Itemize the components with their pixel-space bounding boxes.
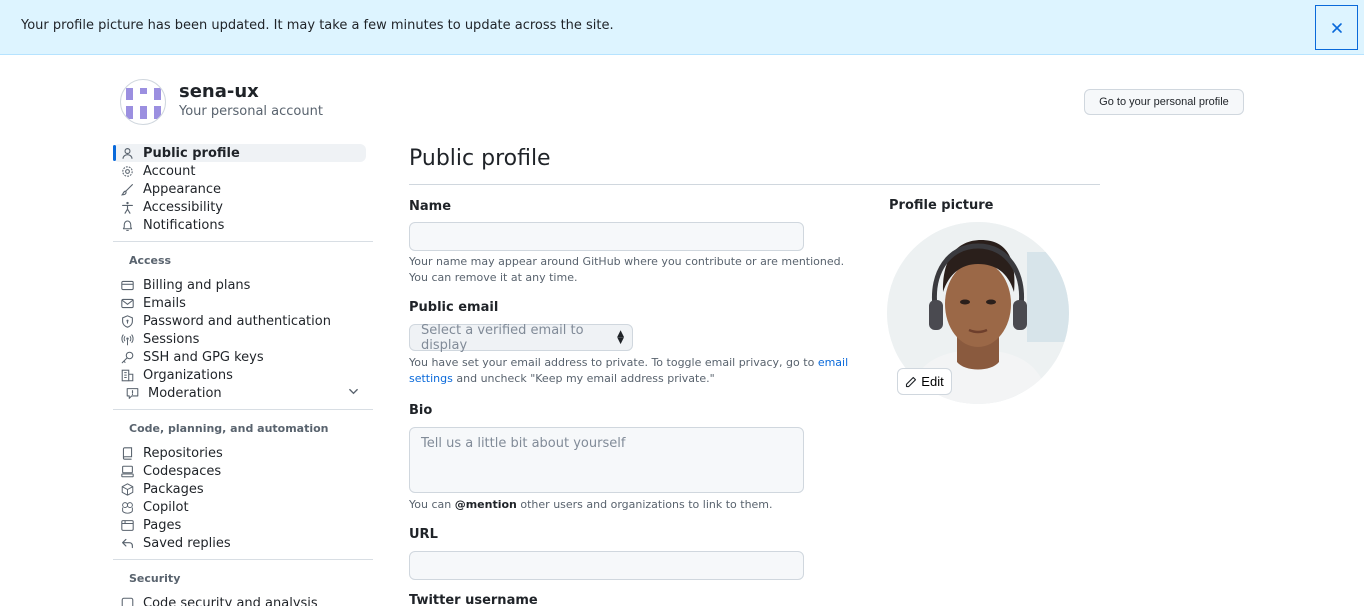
sidebar-heading-security: Security	[129, 572, 181, 585]
report-icon	[118, 387, 148, 400]
copilot-icon	[113, 501, 143, 514]
email-help-prefix: You have set your email address to priva…	[409, 356, 818, 369]
sidebar-item-public-profile[interactable]: Public profile	[113, 144, 366, 162]
account-name[interactable]: sena-ux	[179, 81, 259, 102]
sidebar-item-ssh-gpg[interactable]: SSH and GPG keys	[113, 348, 373, 366]
paintbrush-icon	[113, 183, 143, 196]
bio-label: Bio	[409, 403, 433, 418]
broadcast-icon	[113, 333, 143, 346]
sidebar-item-label: SSH and GPG keys	[143, 349, 264, 365]
person-icon	[113, 147, 143, 160]
sidebar-item-label: Accessibility	[143, 199, 223, 215]
gear-icon	[113, 165, 143, 178]
sidebar-item-code-security[interactable]: Code security and analysis	[113, 594, 373, 606]
flash-banner: Your profile picture has been updated. I…	[0, 0, 1364, 55]
name-help-text: Your name may appear around GitHub where…	[409, 255, 845, 284]
sidebar-item-label: Billing and plans	[143, 277, 251, 293]
page-title: Public profile	[409, 146, 551, 171]
sidebar-item-label: Moderation	[148, 385, 222, 401]
pencil-icon	[906, 376, 917, 387]
sidebar-item-repositories[interactable]: Repositories	[113, 444, 373, 462]
url-field[interactable]	[409, 551, 804, 580]
key-icon	[113, 351, 143, 364]
public-email-label: Public email	[409, 300, 499, 315]
bio-help-suffix: other users and organizations to link to…	[516, 498, 773, 511]
profile-picture-label: Profile picture	[889, 198, 994, 213]
sidebar-item-pages[interactable]: Pages	[113, 516, 373, 534]
browser-icon	[113, 519, 143, 532]
go-to-profile-button[interactable]: Go to your personal profile	[1084, 89, 1244, 115]
account-subtitle: Your personal account	[179, 104, 323, 119]
mention-text: @mention	[454, 498, 517, 511]
account-avatar[interactable]	[120, 79, 166, 125]
name-field[interactable]	[409, 222, 804, 251]
codescan-icon	[113, 597, 143, 606]
sidebar-item-label: Emails	[143, 295, 186, 311]
name-label: Name	[409, 199, 452, 214]
url-label: URL	[409, 527, 438, 542]
sidebar-item-organizations[interactable]: Organizations	[113, 366, 373, 384]
edit-label: Edit	[921, 374, 944, 389]
sidebar-item-password[interactable]: Password and authentication	[113, 312, 373, 330]
bell-icon	[113, 219, 143, 232]
package-icon	[113, 482, 143, 496]
select-value: Select a verified email to display	[421, 322, 584, 353]
sidebar-divider	[113, 241, 373, 242]
mail-icon	[113, 297, 143, 310]
edit-picture-button[interactable]: Edit	[897, 368, 952, 395]
sidebar-item-label: Password and authentication	[143, 313, 331, 329]
sidebar-item-label: Copilot	[143, 499, 189, 515]
email-help-text: You have set your email address to priva…	[409, 355, 869, 387]
sidebar-item-notifications[interactable]: Notifications	[113, 216, 373, 234]
sidebar-item-accessibility[interactable]: Accessibility	[113, 198, 373, 216]
sidebar-item-label: Appearance	[143, 181, 222, 197]
sidebar-divider	[113, 409, 373, 410]
sidebar-item-label: Pages	[143, 517, 182, 533]
twitter-label: Twitter username	[409, 593, 538, 606]
sidebar-item-label: Saved replies	[143, 535, 231, 551]
sidebar-item-account[interactable]: Account	[113, 162, 373, 180]
reply-icon	[113, 537, 143, 550]
sidebar-item-billing[interactable]: Billing and plans	[113, 276, 373, 294]
sidebar-item-label: Organizations	[143, 367, 233, 383]
select-arrows-icon: ▲ ▼	[617, 329, 624, 346]
credit-card-icon	[113, 279, 143, 292]
repo-icon	[113, 446, 143, 460]
sidebar-divider	[113, 559, 373, 560]
bio-help-text: You can @mention other users and organiz…	[409, 497, 773, 513]
sidebar-item-packages[interactable]: Packages	[113, 480, 373, 498]
sidebar-item-label: Repositories	[143, 445, 223, 461]
sidebar-item-label: Account	[143, 163, 196, 179]
email-help-suffix: and uncheck "Keep my email address priva…	[452, 372, 715, 385]
identicon-icon	[126, 88, 161, 119]
sidebar-item-label: Code security and analysis	[143, 595, 318, 606]
sidebar-item-label: Notifications	[143, 217, 225, 233]
sidebar-item-appearance[interactable]: Appearance	[113, 180, 373, 198]
public-email-select[interactable]: Select a verified email to display ▲ ▼	[409, 322, 633, 353]
sidebar-heading-access: Access	[129, 254, 172, 267]
flash-message: Your profile picture has been updated. I…	[21, 18, 614, 33]
sidebar-item-label: Codespaces	[143, 463, 222, 479]
accessibility-icon	[113, 201, 143, 214]
sidebar-item-label: Sessions	[143, 331, 200, 347]
title-divider	[409, 184, 1100, 185]
organization-icon	[113, 369, 143, 382]
sidebar-item-codespaces[interactable]: Codespaces	[113, 462, 373, 480]
shield-lock-icon	[113, 314, 143, 328]
sidebar-item-copilot[interactable]: Copilot	[113, 498, 373, 516]
sidebar-item-moderation[interactable]: Moderation	[113, 384, 373, 402]
chevron-down-icon[interactable]	[348, 386, 359, 401]
close-icon	[1331, 22, 1342, 33]
bio-textarea[interactable]: Tell us a little bit about yourself	[409, 427, 804, 493]
flash-close-button[interactable]	[1315, 5, 1358, 50]
codespaces-icon	[113, 465, 143, 478]
sidebar-heading-code: Code, planning, and automation	[129, 422, 329, 435]
sidebar-item-sessions[interactable]: Sessions	[113, 330, 373, 348]
settings-sidebar: Public profile Account Appearance Access…	[113, 144, 373, 606]
sidebar-item-label: Packages	[143, 481, 204, 497]
sidebar-item-saved-replies[interactable]: Saved replies	[113, 534, 373, 552]
sidebar-item-emails[interactable]: Emails	[113, 294, 373, 312]
bio-help-prefix: You can	[409, 498, 455, 511]
sidebar-item-label: Public profile	[143, 145, 240, 161]
